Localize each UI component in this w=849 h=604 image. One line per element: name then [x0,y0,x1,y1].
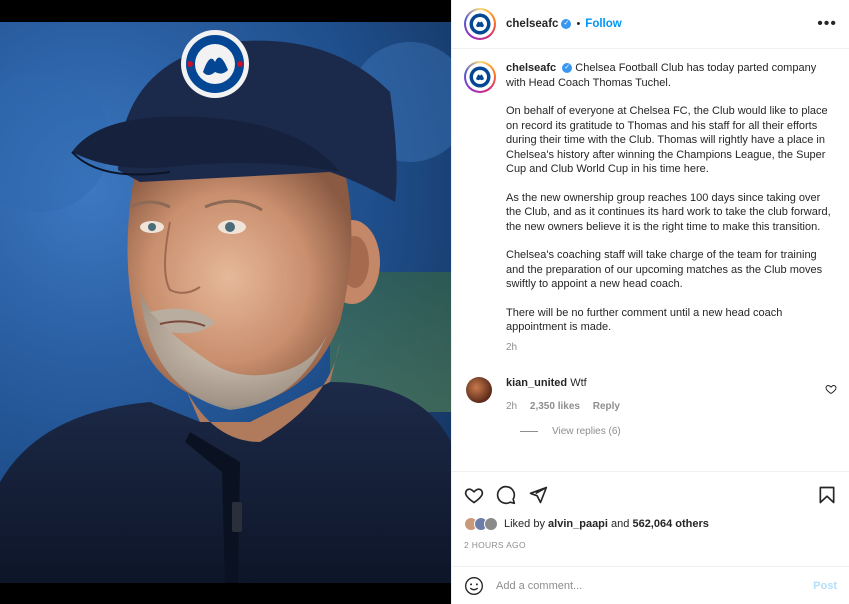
add-comment-input[interactable] [496,579,814,592]
view-replies-button[interactable]: View replies (6) [520,426,837,437]
comment-item: kian_united Wtf 2h 2,350 likes Reply [464,377,837,412]
liked-by-summary: Liked by alvin_paapi and 562,064 others [464,517,837,531]
caption-paragraph: Chelsea's coaching staff will take charg… [506,249,823,290]
replies-divider-line [520,431,538,432]
emoji-smiley-icon[interactable] [464,576,484,596]
liker-avatars [464,517,498,531]
comment-meta: 2h 2,350 likes Reply [506,401,630,412]
post-sidebar: chelseafc ✓ • Follow ••• chelseafc ✓ Che… [451,0,849,604]
caption-paragraph: On behalf of everyone at Chelsea FC, the… [506,105,828,175]
chelseafc-avatar[interactable] [464,8,496,40]
follow-button[interactable]: Follow [585,18,621,30]
post-actions: Liked by alvin_paapi and 562,064 others … [452,471,849,550]
caption-paragraph: As the new ownership group reaches 100 d… [506,191,831,233]
action-icons-row [464,484,837,506]
post-timestamp[interactable]: 2 HOURS AGO [464,540,837,550]
caption-timestamp[interactable]: 2h [506,341,837,356]
chelsea-crest-icon [469,66,491,88]
post-image[interactable] [0,22,451,583]
view-replies-label: View replies (6) [552,426,621,437]
comment-timestamp[interactable]: 2h [506,401,517,412]
more-options-icon[interactable]: ••• [817,15,837,33]
liked-by-conj: and [611,518,630,530]
liked-by-prefix: Liked by [504,518,545,530]
commenter-username[interactable]: kian_united [506,377,567,389]
post-header: chelseafc ✓ • Follow ••• [452,0,849,49]
liker-avatar[interactable] [484,517,498,531]
photo-pane [0,0,451,604]
post-username[interactable]: chelseafc [506,18,558,30]
post-caption: chelseafc ✓ Chelsea Football Club has to… [464,61,837,355]
commenter-avatar[interactable] [466,377,492,403]
caption-text: chelseafc ✓ Chelsea Football Club has to… [506,61,837,355]
chelsea-crest-icon [469,13,491,35]
separator-dot: • [576,18,581,30]
comment-composer: Post [452,566,849,604]
like-heart-icon[interactable] [464,485,484,505]
bookmark-save-icon[interactable] [817,485,837,505]
caption-username[interactable]: chelseafc [506,62,556,74]
comment-like-heart-icon[interactable] [825,383,837,395]
comment-bubble-icon[interactable] [496,485,516,505]
post-comment-button[interactable]: Post [813,580,837,592]
share-paper-plane-icon[interactable] [528,485,548,505]
caption-avatar[interactable] [464,61,496,93]
reply-button[interactable]: Reply [593,401,620,412]
comment-body: kian_united Wtf 2h 2,350 likes Reply [506,377,630,412]
verified-badge-icon: ✓ [562,63,573,74]
liked-by-user[interactable]: alvin_paapi [548,518,608,530]
verified-badge-icon: ✓ [561,19,572,29]
caption-paragraph: There will be no further comment until a… [506,306,783,334]
tuchel-portrait [0,30,451,583]
comment-likes[interactable]: 2,350 likes [530,401,580,412]
comment-text: Wtf [570,377,587,389]
liked-by-others[interactable]: 562,064 others [632,518,708,530]
comments-section[interactable]: chelseafc ✓ Chelsea Football Club has to… [452,49,849,471]
